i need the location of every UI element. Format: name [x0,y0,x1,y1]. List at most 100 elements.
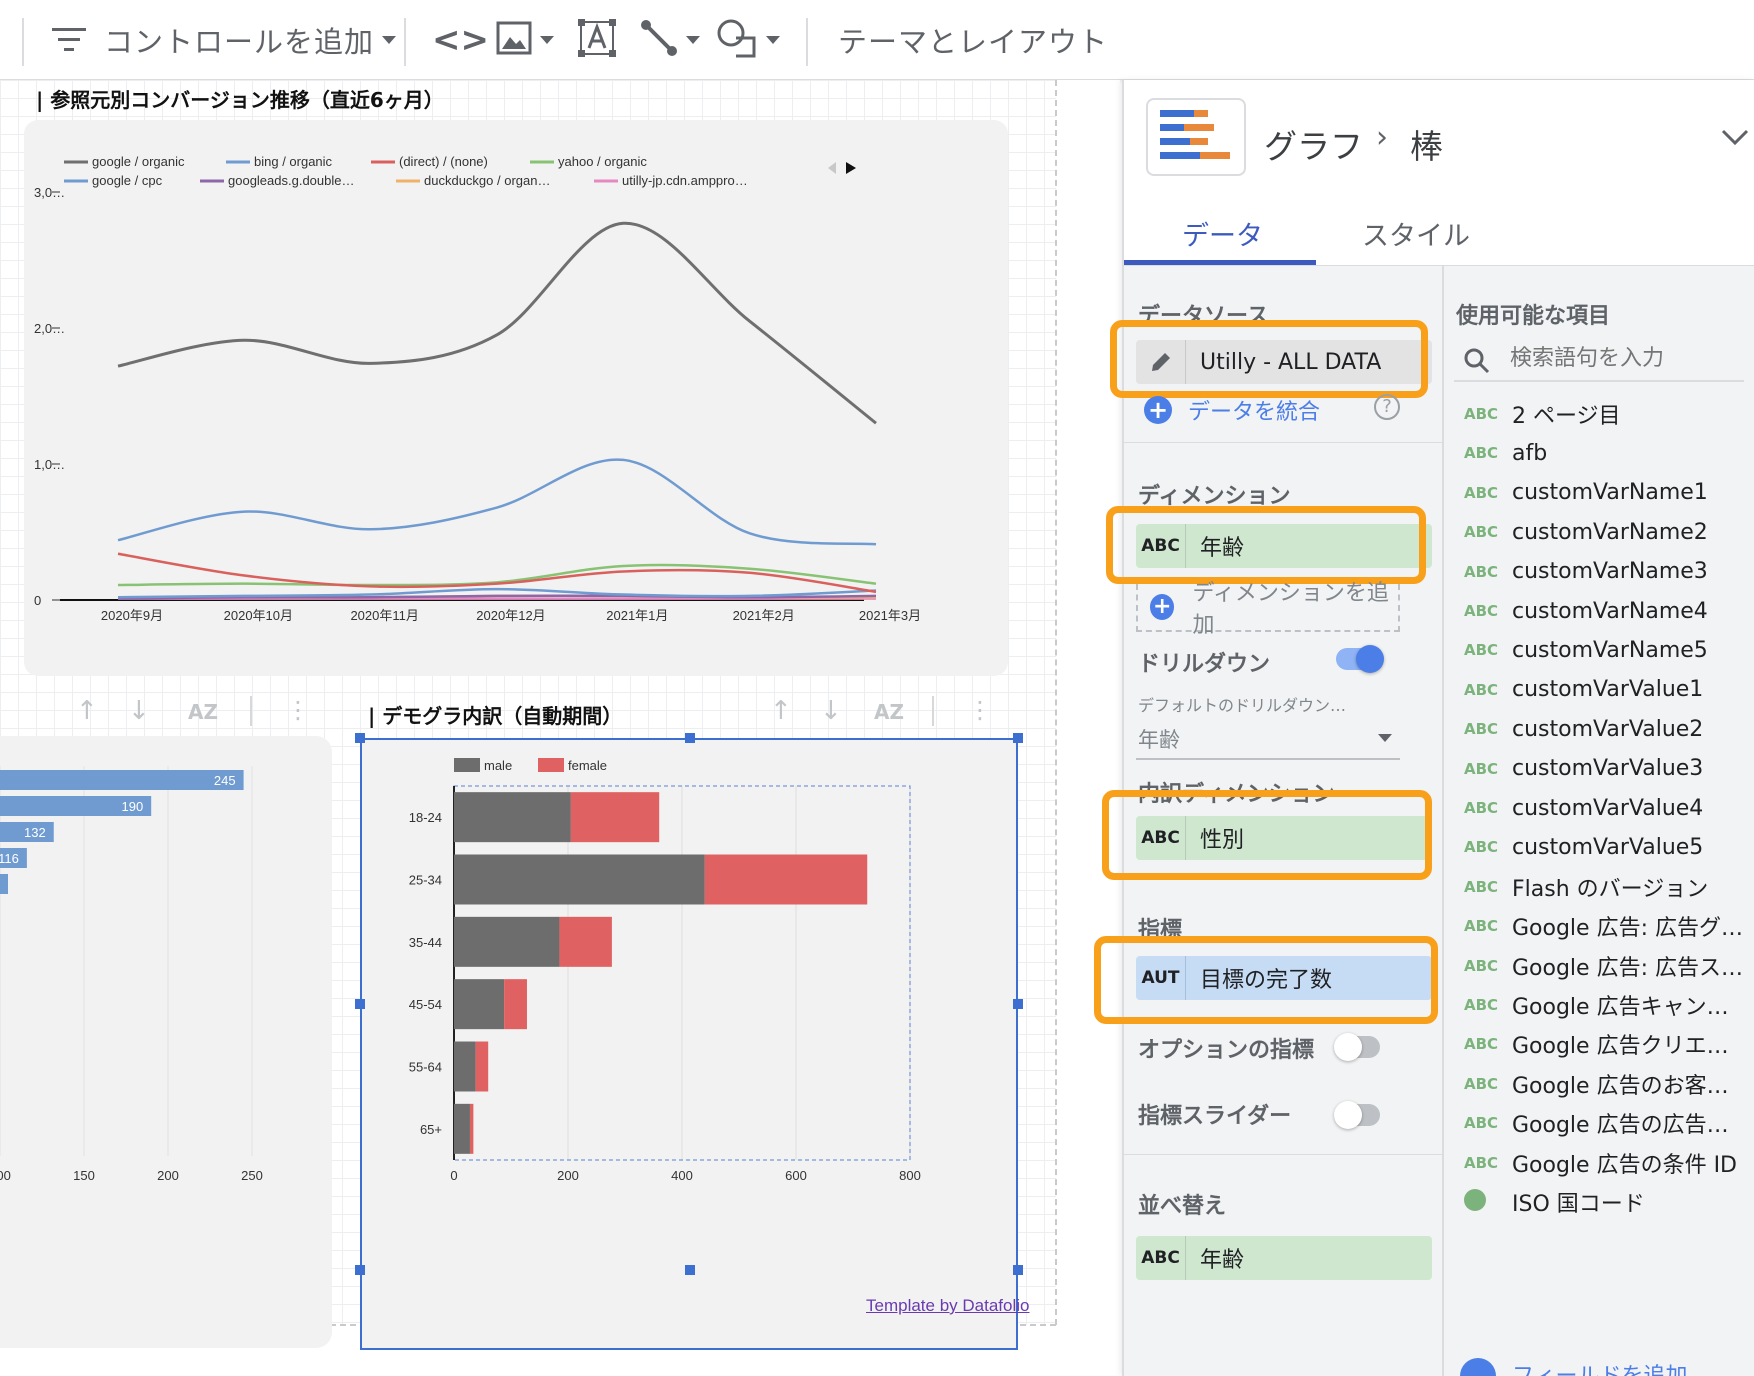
field-item[interactable]: ABC customVarName5 [1444,628,1754,672]
field-item[interactable]: ABC Google 広告: 広告ス… [1444,944,1754,988]
field-type: ABC [1464,602,1499,620]
field-type: ABC [1464,917,1499,936]
field-type: ABC [1464,720,1499,739]
resize-handle[interactable] [1013,733,1023,743]
demo-chart-panel[interactable]: male female 0 200 400 600 800 18-24 25-34 35-44 45… [360,738,1018,1350]
theme-layout-label: テーマとレイアウト [838,25,1109,59]
field-item[interactable]: ABC Google 広告の条件 ID [1444,1141,1754,1185]
divider [932,696,934,726]
y-tick-label: 65+ [420,1122,442,1137]
field-label: Google 広告: 広告ス… [1512,955,1743,981]
add-dimension-button[interactable]: + ディメンションを追加 [1136,581,1400,638]
chevron-down-icon [686,36,700,44]
blend-data-button[interactable]: + データを統合 [1144,394,1320,426]
field-item[interactable]: ABC Google 広告のお客様 … [1444,1062,1754,1106]
template-credit-link[interactable]: Template by Datafolio [866,1296,1029,1316]
bar-segment [454,916,560,967]
sort-az-icon[interactable]: AZ [874,700,904,724]
x-tick-label: 2021年1月 [606,608,668,623]
field-item[interactable]: ABC customVarValue3 [1444,747,1754,791]
add-field-button[interactable]: フィールドを追加 [1444,1356,1754,1376]
field-item[interactable]: ABC customVarName2 [1444,510,1754,554]
toolbar-divider [806,18,808,66]
resize-handle[interactable] [355,999,365,1009]
field-item[interactable]: ABC customVarValue1 [1444,668,1754,712]
add-dimension-label: ディメンションを追加 [1192,581,1389,638]
demo-bar-chart: male female 0 200 400 600 800 18-24 25-34 35-44 45… [409,758,921,1183]
field-item[interactable]: ABC Flash のバージョン [1444,865,1754,909]
field-search[interactable] [1454,338,1744,382]
help-icon[interactable]: ? [1374,394,1400,420]
image-button[interactable] [496,18,554,62]
bar-chart-type-icon[interactable] [1146,98,1246,176]
theme-layout-button[interactable]: テーマとレイアウト [838,18,1108,62]
field-item[interactable]: ABC customVarName3 [1444,550,1754,594]
chevron-down-icon [540,36,554,44]
field-item[interactable]: ABC customVarName1 [1444,471,1754,515]
legend-swatch [454,758,480,772]
field-item[interactable]: ABC customVarValue2 [1444,707,1754,751]
embed-url-button[interactable]: <> [432,18,489,62]
field-item[interactable]: ABC Google 広告の広告グ… [1444,1101,1754,1145]
add-control-button[interactable]: コントロールを追加 [52,18,397,62]
field-item[interactable]: ABC Google 広告キャンペ… [1444,983,1754,1027]
arrow-up-icon[interactable]: ↑ [76,696,98,726]
chevron-down-icon[interactable] [1720,128,1750,148]
field-item[interactable]: ABC customVarValue4 [1444,786,1754,830]
resize-handle[interactable] [355,1265,365,1275]
highlight-box [1110,320,1428,398]
shape-button[interactable] [716,18,780,62]
line-chart-panel[interactable]: google / organic bing / organic (direct) /… [24,120,1008,676]
tab-style[interactable]: スタイル [1362,214,1470,253]
resize-handle[interactable] [355,733,365,743]
legend-label: google / cpc [92,173,163,188]
sort-az-icon[interactable]: AZ [188,700,218,724]
field-label: customVarValue4 [1512,795,1704,821]
add-circle-icon: + [1150,594,1175,620]
resize-handle[interactable] [1013,1265,1023,1275]
highlight-box [1106,506,1426,584]
legend-next-icon [846,162,856,174]
field-item[interactable]: ABC Google 広告: 広告グル… [1444,904,1754,948]
search-icon [1464,348,1490,374]
field-type: ABC [1464,405,1499,423]
chevron-down-icon [382,36,397,44]
drilldown-label: ドリルダウン [1138,652,1271,677]
field-label: Google 広告: 広告グル… [1512,916,1744,942]
field-search-input[interactable] [1510,340,1740,376]
arrow-down-icon[interactable]: ↓ [820,696,842,726]
field-type: ABC [1464,799,1499,817]
legend-label: (direct) / (none) [399,154,488,169]
field-label: customVarValue5 [1512,834,1704,860]
bar-segment [469,1103,474,1154]
resize-handle[interactable] [685,1265,695,1275]
series-line [117,221,877,425]
more-vert-icon[interactable]: ⋮ [968,696,992,724]
sort-chip[interactable]: ABC 年齢 [1136,1236,1432,1280]
arrow-down-icon[interactable]: ↓ [128,696,150,726]
field-item[interactable]: ABC customVarName4 [1444,589,1754,633]
bar-value-label: 190 [121,799,143,814]
arrow-up-icon[interactable]: ↑ [770,696,792,726]
field-item[interactable]: ISO 国コード [1444,1180,1754,1224]
tab-data[interactable]: データ [1182,214,1263,253]
x-tick-label: 600 [785,1168,807,1183]
sort-name: 年齢 [1200,1248,1245,1273]
default-drilldown-select[interactable]: 年齢 [1136,720,1400,760]
text-button[interactable] [578,18,616,62]
left-bar-chart-panel[interactable]: 100 150 200 250 245 190 132 116 [0,736,332,1348]
bar-value-label: 245 [214,773,236,788]
toolbar: コントロールを追加 <> テーマとレイアウト [0,0,1754,80]
field-item[interactable]: ABC 2 ページ目 [1444,392,1754,436]
more-vert-icon[interactable]: ⋮ [286,696,310,724]
resize-handle[interactable] [685,733,695,743]
field-item[interactable]: ABC customVarValue5 [1444,825,1754,869]
legend-label: googleads.g.double… [228,173,355,188]
globe-icon [1444,1189,1500,1215]
legend-label: google / organic [92,154,185,169]
y-tick-label: 3,0… [34,185,65,200]
field-item[interactable]: ABC Google 広告クリエイ… [1444,1022,1754,1066]
resize-handle[interactable] [1013,999,1023,1009]
line-button[interactable] [640,18,700,62]
field-item[interactable]: ABC afb [1444,431,1754,475]
